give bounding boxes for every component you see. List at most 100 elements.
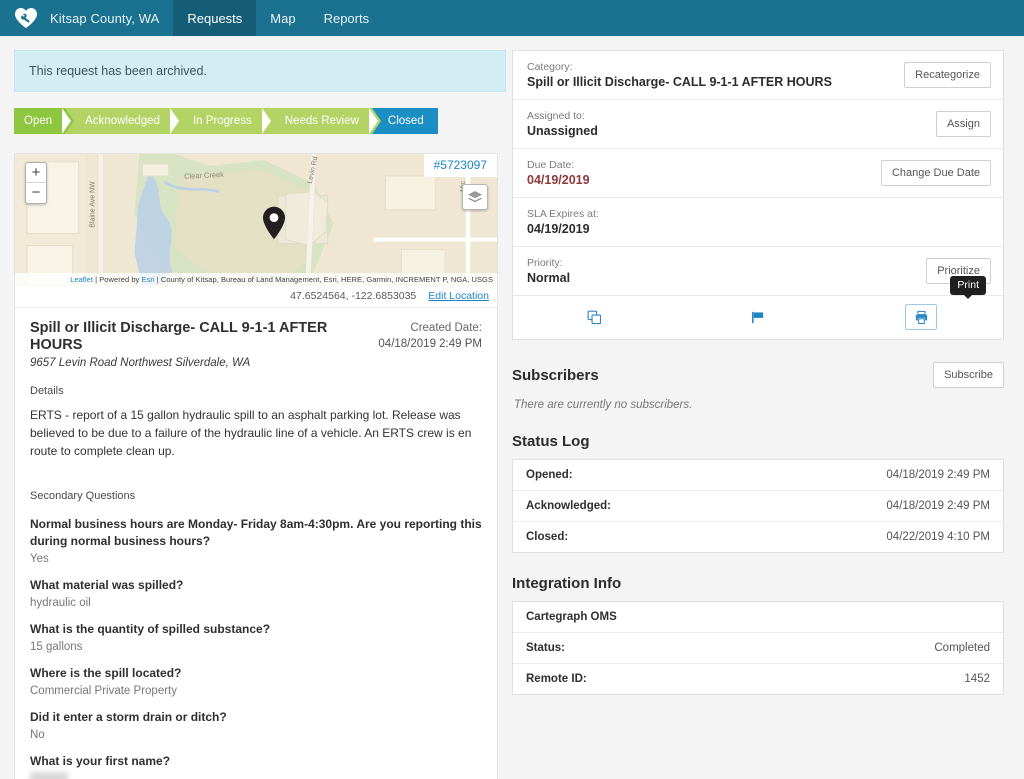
action-cell-flag xyxy=(676,305,839,329)
pipeline-step-label: Open xyxy=(24,115,52,127)
map-attribution: Leaflet | Powered by Esri | County of Ki… xyxy=(15,273,497,286)
meta-value: Unassigned xyxy=(527,123,598,139)
assign-button[interactable]: Assign xyxy=(936,111,991,137)
integration-provider: Cartegraph OMS xyxy=(526,611,617,623)
meta-value: 04/19/2019 xyxy=(527,221,599,237)
pipeline-step-label: Acknowledged xyxy=(85,115,160,127)
pipeline-step-acknowledged[interactable]: Acknowledged xyxy=(65,108,173,134)
request-meta-card: Category: Spill or Illicit Discharge- CA… xyxy=(512,50,1004,340)
table-row: Opened: 04/18/2019 2:49 PM xyxy=(513,460,1003,491)
flag-icon xyxy=(750,310,765,325)
question-label: What is the quantity of spilled substanc… xyxy=(30,621,482,638)
question-label: What is your first name? xyxy=(30,753,482,770)
meta-text-block: SLA Expires at: 04/19/2019 xyxy=(527,207,599,237)
svg-text:Blaine Ave NW: Blaine Ave NW xyxy=(90,181,97,228)
log-key: Acknowledged: xyxy=(526,500,611,512)
meta-row-due-date: Due Date: 04/19/2019 Change Due Date xyxy=(513,149,1003,198)
status-pipeline: Open Acknowledged In Progress Needs Revi… xyxy=(14,108,506,134)
request-body: Spill or Illicit Discharge- CALL 9-1-1 A… xyxy=(15,308,497,779)
map-zoom-out-button[interactable]: − xyxy=(26,183,46,203)
attrib-rest: | County of Kitsap, Bureau of Land Manag… xyxy=(155,275,493,284)
leaflet-link[interactable]: Leaflet xyxy=(70,275,93,284)
location-map[interactable]: Clear Creek Blaine Ave NW Levin Rd Mic +… xyxy=(15,154,497,286)
print-icon xyxy=(914,310,929,325)
request-address: 9657 Levin Road Northwest Silverdale, WA xyxy=(30,357,482,369)
status-log-header: Status Log xyxy=(512,433,1004,450)
log-value: 1452 xyxy=(964,673,990,685)
table-row: Acknowledged: 04/18/2019 2:49 PM xyxy=(513,491,1003,522)
map-zoom-in-button[interactable]: + xyxy=(26,163,46,183)
table-row: Status: Completed xyxy=(513,633,1003,664)
nav-item-map[interactable]: Map xyxy=(256,0,309,36)
status-log-title: Status Log xyxy=(512,433,590,450)
pipeline-step-closed[interactable]: Closed xyxy=(372,108,438,134)
app-logo[interactable] xyxy=(0,0,48,36)
meta-text-block: Due Date: 04/19/2019 xyxy=(527,158,590,188)
meta-row-category: Category: Spill or Illicit Discharge- CA… xyxy=(513,51,1003,100)
edit-location-link[interactable]: Edit Location xyxy=(428,290,489,302)
meta-row-sla-expires: SLA Expires at: 04/19/2019 xyxy=(513,198,1003,247)
print-tooltip: Print xyxy=(950,276,986,295)
answer-value-redacted: Katelyn xyxy=(30,772,68,779)
log-key: Closed: xyxy=(526,531,568,543)
map-location-pin-icon xyxy=(262,206,286,240)
duplicate-button[interactable] xyxy=(581,305,609,329)
action-cell-duplicate xyxy=(513,305,676,329)
pipeline-notch-divider xyxy=(262,108,271,134)
flag-button[interactable] xyxy=(744,305,772,329)
action-cell-print xyxy=(840,304,1003,330)
change-due-date-button[interactable]: Change Due Date xyxy=(881,160,991,186)
log-key: Opened: xyxy=(526,469,573,481)
question-label: Normal business hours are Monday- Friday… xyxy=(30,516,482,550)
pipeline-notch-divider xyxy=(62,108,71,134)
coordinates-text: 47.6524564, -122.6853035 xyxy=(290,290,416,302)
answer-value: Yes xyxy=(30,551,482,567)
duplicate-icon xyxy=(587,310,602,325)
integration-info-header: Integration Info xyxy=(512,575,1004,592)
log-value: 04/18/2019 2:49 PM xyxy=(886,500,990,512)
pipeline-step-open[interactable]: Open xyxy=(14,108,65,134)
log-key: Remote ID: xyxy=(526,673,587,685)
recategorize-button[interactable]: Recategorize xyxy=(904,62,991,88)
nav-item-requests[interactable]: Requests xyxy=(173,0,256,36)
meta-label: Priority: xyxy=(527,256,570,270)
subscribers-title: Subscribers xyxy=(512,367,599,384)
answer-value: 15 gallons xyxy=(30,639,482,655)
nav-item-reports[interactable]: Reports xyxy=(310,0,384,36)
pipeline-notch-divider xyxy=(170,108,179,134)
meta-text-block: Assigned to: Unassigned xyxy=(527,109,598,139)
top-navbar: Kitsap County, WA Requests Map Reports xyxy=(0,0,1024,36)
secondary-questions-label: Secondary Questions xyxy=(30,490,482,502)
meta-row-assigned-to: Assigned to: Unassigned Assign xyxy=(513,100,1003,149)
subscribe-button[interactable]: Subscribe xyxy=(933,362,1004,388)
created-date-label: Created Date: xyxy=(378,320,482,336)
pipeline-step-in-progress[interactable]: In Progress xyxy=(173,108,265,134)
layers-icon xyxy=(467,190,483,204)
log-value: Completed xyxy=(934,642,990,654)
log-value: 04/18/2019 2:49 PM xyxy=(886,469,990,481)
print-button[interactable] xyxy=(905,304,937,330)
answer-value: hydraulic oil xyxy=(30,595,482,611)
status-log-table: Opened: 04/18/2019 2:49 PM Acknowledged:… xyxy=(512,459,1004,553)
archived-banner: This request has been archived. xyxy=(14,50,506,92)
meta-label: SLA Expires at: xyxy=(527,207,599,221)
pipeline-step-label: In Progress xyxy=(193,115,252,127)
request-actions-row: Print xyxy=(513,296,1003,339)
brand-name[interactable]: Kitsap County, WA xyxy=(48,0,173,36)
table-row: Remote ID: 1452 xyxy=(513,664,1003,694)
issue-id-link[interactable]: #5723097 xyxy=(424,154,497,177)
attrib-mid: | Powered by xyxy=(93,275,142,284)
question-label: Did it enter a storm drain or ditch? xyxy=(30,709,482,726)
details-body: ERTS - report of a 15 gallon hydraulic s… xyxy=(30,406,482,460)
esri-link[interactable]: Esri xyxy=(141,275,154,284)
page-body: This request has been archived. Open Ack… xyxy=(0,36,1024,779)
pipeline-step-needs-review[interactable]: Needs Review xyxy=(265,108,372,134)
meta-value: Normal xyxy=(527,270,570,286)
map-layers-button[interactable] xyxy=(462,184,488,210)
answer-value: No xyxy=(30,727,482,743)
meta-text-block: Category: Spill or Illicit Discharge- CA… xyxy=(527,60,832,90)
meta-label: Assigned to: xyxy=(527,109,598,123)
meta-text-block: Priority: Normal xyxy=(527,256,570,286)
meta-value: Spill or Illicit Discharge- CALL 9-1-1 A… xyxy=(527,74,832,90)
subscribers-header: Subscribers Subscribe xyxy=(512,362,1004,388)
